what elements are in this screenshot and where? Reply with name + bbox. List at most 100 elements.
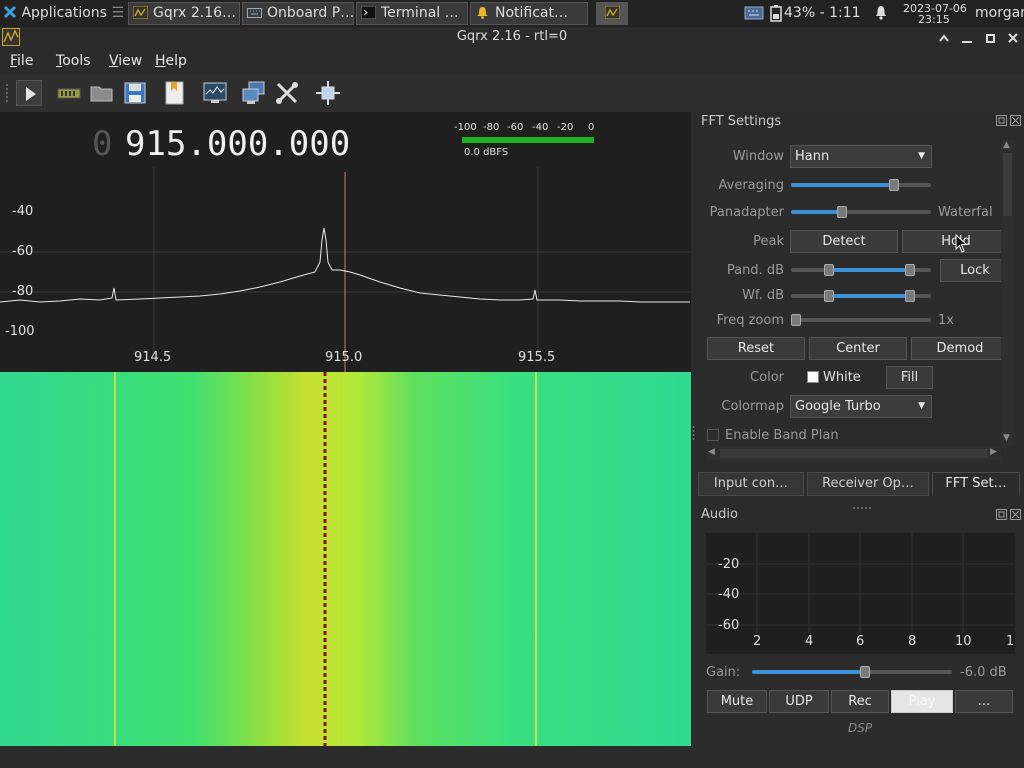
freq-zoom-handle[interactable] [791,314,801,326]
adjust-ppm-button[interactable] [315,80,341,106]
freq-zoom-slider[interactable] [791,318,931,322]
splitter-handle[interactable] [692,424,695,442]
device-settings-button[interactable] [56,80,82,106]
keyboard-icon [247,5,262,18]
lock-button[interactable]: Lock [940,259,1010,282]
horizontal-scrollbar[interactable]: ◀ ▶ [707,447,1001,460]
menubar [0,49,1024,73]
waterfall-display[interactable] [0,372,691,746]
float-panel-icon[interactable] [996,509,1007,520]
pand-db-high-handle[interactable] [905,264,915,276]
taskbar-label: Terminal … [381,5,459,21]
menu-tools[interactable]: Tools [56,53,91,69]
taskbar-item-onboard[interactable]: Onboard P… [242,2,354,25]
bell-icon [475,5,490,19]
udp-button[interactable]: UDP [769,690,829,713]
averaging-slider-handle[interactable] [889,179,899,191]
play-audio-button[interactable]: Play [891,690,953,713]
scrollbar-thumb[interactable] [720,449,988,458]
toolbar-grip[interactable] [4,82,10,104]
pand-db-label: Pand. dB [726,263,784,278]
close-icon[interactable] [1008,33,1018,43]
scrollbar-thumb[interactable] [1003,153,1012,216]
gain-label: Gain: [706,665,741,680]
menu-help[interactable]: Help [155,53,187,69]
configure-button[interactable] [274,80,300,106]
clock-time[interactable]: 23:15 [918,13,950,26]
save-button[interactable] [122,80,148,106]
meter-tick-label: -100 [454,122,477,133]
white-checkbox[interactable] [807,371,819,383]
menu-file[interactable]: File [10,53,33,69]
keyboard-tray-icon[interactable] [744,5,764,21]
y-axis-label: -80 [12,284,34,299]
scroll-left-arrow[interactable]: ◀ [708,447,715,457]
remote-control-button[interactable] [241,80,267,106]
audio-fft-plot[interactable]: -20 -40 -60 2 4 6 8 10 1 [706,533,1015,654]
demod-button[interactable]: Demod [911,337,1009,360]
tools-icon [276,82,298,104]
audio-y-label: -60 [718,618,740,633]
band-plan-checkbox[interactable] [707,429,719,441]
pan-wf-split-fill [791,210,843,214]
window-select[interactable]: Hann ▼ [790,145,932,168]
pan-wf-split-handle[interactable] [837,206,847,218]
scroll-down-arrow[interactable]: ▼ [1003,433,1010,443]
applications-menu[interactable]: Applications ☰ [0,2,125,25]
pand-db-low-handle[interactable] [824,264,834,276]
dock-splitter-grip[interactable] [852,499,872,509]
close-panel-icon[interactable] [1010,115,1021,126]
spectrum-plotter[interactable]: 0 915.000.000 -100 -80 -60 -40 -20 0 0.0… [0,112,691,372]
maximize-up-icon[interactable] [939,34,949,42]
open-button[interactable] [89,80,115,106]
frequency-prefix[interactable]: 0 [92,124,112,164]
audio-y-label: -20 [718,557,740,572]
taskbar-item-gqrx-mini[interactable] [596,2,628,25]
tab-input-controls[interactable]: Input con… [698,472,804,496]
tab-receiver-options[interactable]: Receiver Op… [807,472,929,496]
folder-icon [90,86,113,102]
network-computers-icon [242,81,265,104]
user-name[interactable]: morgan [975,5,1024,21]
mute-button[interactable]: Mute [707,690,767,713]
spectrum-button[interactable] [202,80,228,106]
battery-icon [770,5,782,22]
y-axis-label: -40 [12,204,34,219]
rec-button[interactable]: Rec [831,690,889,713]
x-axis-label: 914.5 [134,350,172,365]
gain-slider-handle[interactable] [860,666,870,678]
scroll-up-arrow[interactable]: ▲ [1003,140,1010,150]
restore-icon[interactable] [986,34,995,43]
taskbar-item-gqrx[interactable]: Gqrx 2.16… [128,2,240,25]
more-options-button[interactable]: ... [955,690,1013,713]
wf-db-low-handle[interactable] [824,290,834,302]
scroll-right-arrow[interactable]: ▶ [990,447,997,457]
chevron-down-icon: ▼ [918,401,925,411]
taskbar-item-terminal[interactable]: Terminal … [356,2,468,25]
vertical-scrollbar[interactable]: ▲ ▼ [1001,140,1015,446]
window-value: Hann [795,149,830,164]
play-button[interactable] [16,80,42,106]
audio-panel-title: Audio [701,507,738,522]
bookmarks-button[interactable] [162,80,188,106]
toolbar [0,74,1024,113]
detect-button[interactable]: Detect [790,230,898,253]
battery-status[interactable]: 43% - 1:11 [784,5,861,21]
audio-x-label: 2 [753,634,762,649]
y-axis-label: -60 [12,244,34,259]
colormap-select[interactable]: Google Turbo ▼ [790,395,932,418]
fill-button[interactable]: Fill [886,366,933,389]
frequency-display[interactable]: 915.000.000 [125,124,350,164]
tab-fft-settings[interactable]: FFT Set… [932,472,1020,496]
menu-view[interactable]: View [109,53,142,69]
taskbar-item-notifications[interactable]: Notificat… [470,2,588,25]
window-title: Gqrx 2.16 - rtl=0 [456,29,568,44]
audio-x-label: 1 [1006,634,1015,649]
close-panel-icon[interactable] [1010,509,1021,520]
audio-x-label: 10 [955,634,972,649]
center-button[interactable]: Center [809,337,907,360]
reset-button[interactable]: Reset [707,337,805,360]
float-panel-icon[interactable] [996,115,1007,126]
notification-bell-icon[interactable] [873,5,889,21]
wf-db-high-handle[interactable] [905,290,915,302]
